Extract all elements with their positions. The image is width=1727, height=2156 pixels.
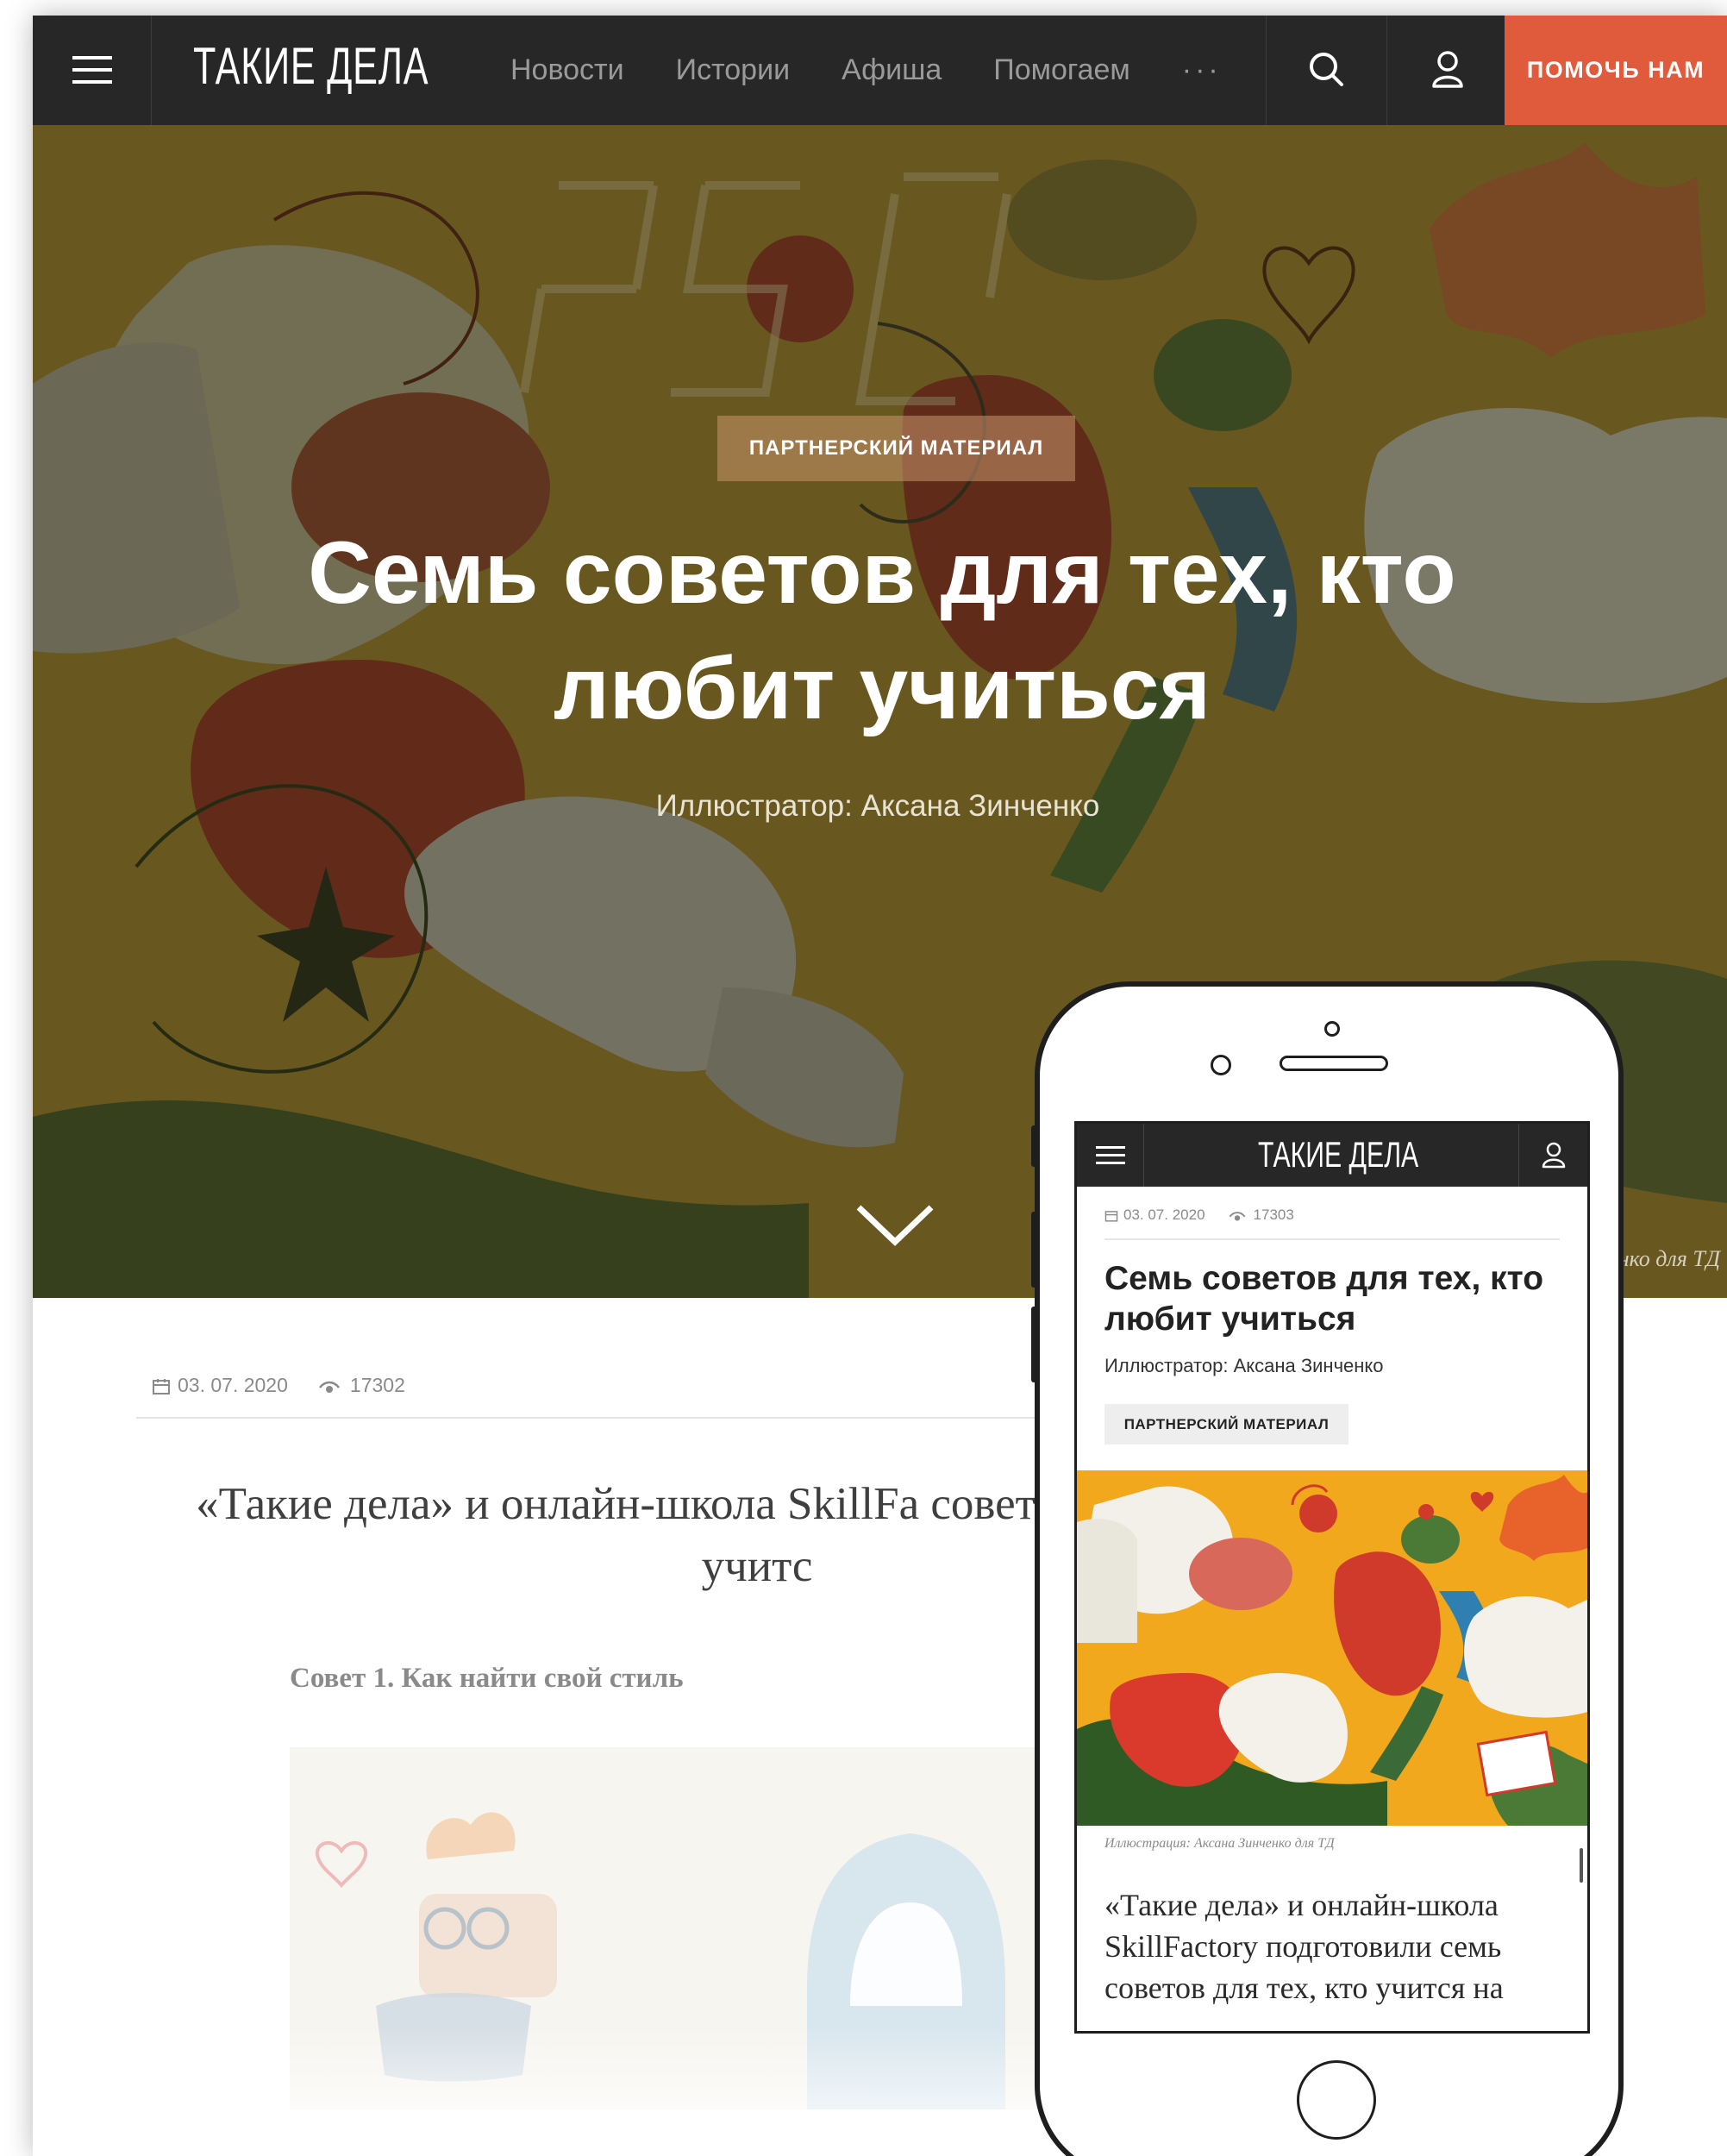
mobile-article-intro: «Такие дела» и онлайн-школа SkillFactory… <box>1104 1888 1504 2005</box>
mobile-user-icon[interactable] <box>1518 1124 1587 1187</box>
nav-item-afisha[interactable]: Афиша <box>842 53 942 87</box>
article-date: 03. 07. 2020 <box>178 1374 288 1396</box>
speaker-grille <box>1280 1056 1388 1071</box>
mobile-logo[interactable]: ТАКИЕ ДЕЛА <box>1258 1134 1418 1175</box>
menu-icon[interactable] <box>33 16 152 125</box>
mobile-article-meta: 03. 07. 2020 17303 <box>1104 1206 1294 1224</box>
desktop-header: ТАКИЕ ДЕЛА Новости Истории Афиша Помогае… <box>33 16 1727 125</box>
user-icon[interactable] <box>1387 16 1508 125</box>
main-nav: Новости Истории Афиша Помогаем ··· <box>510 16 1222 125</box>
mobile-meta-divider <box>1104 1238 1560 1240</box>
nav-item-helping[interactable]: Помогаем <box>993 53 1129 87</box>
hero-credit: нко для ТД <box>1617 1246 1720 1271</box>
mobile-scrollbar[interactable] <box>1580 1848 1583 1883</box>
phone-screen: ТАКИЕ ДЕЛА 03. 07. 2020 17303 Семь совет… <box>1074 1121 1590 2034</box>
sensor-icon <box>1211 1055 1231 1075</box>
calendar-icon <box>152 1374 178 1397</box>
mobile-article-title: Семь советов для тех, кто любит учиться <box>1104 1260 1544 1338</box>
eye-icon <box>1228 1206 1254 1224</box>
mobile-illustrator: Иллюстратор: Аксана Зинченко <box>1104 1355 1384 1376</box>
screenshot-canvas: ТАКИЕ ДЕЛА Новости Истории Афиша Помогае… <box>0 0 1727 2156</box>
nav-more-icon[interactable]: ··· <box>1182 53 1222 87</box>
partner-badge[interactable]: ПАРТНЕРСКИЙ МАТЕРИАЛ <box>717 416 1075 481</box>
chevron-down-icon[interactable] <box>852 1199 938 1250</box>
nav-item-stories[interactable]: Истории <box>676 53 790 87</box>
mobile-view-count: 17303 <box>1253 1206 1294 1223</box>
search-icon[interactable] <box>1267 16 1387 125</box>
eye-icon <box>317 1374 350 1397</box>
site-logo[interactable]: ТАКИЕ ДЕЛА <box>193 36 429 96</box>
hero-illustrator: Иллюстратор: Аксана Зинченко <box>655 789 1100 823</box>
mobile-article-image <box>1077 1470 1587 1826</box>
mobile-article-date: 03. 07. 2020 <box>1123 1206 1205 1223</box>
tip-heading: Совет 1. Как найти свой стиль <box>290 1663 684 1694</box>
mobile-menu-icon[interactable] <box>1077 1124 1144 1187</box>
mobile-header: ТАКИЕ ДЕЛА <box>1077 1124 1587 1187</box>
help-us-button[interactable]: ПОМОЧЬ НАМ <box>1505 16 1727 125</box>
view-count: 17302 <box>349 1374 405 1396</box>
article-meta: 03. 07. 2020 17302 <box>152 1374 405 1397</box>
calendar-icon <box>1104 1206 1123 1224</box>
nav-item-news[interactable]: Новости <box>510 53 624 87</box>
hero-title: Семь советов для тех, кто любит учиться <box>308 523 1456 737</box>
mobile-partner-badge[interactable]: ПАРТНЕРСКИЙ МАТЕРИАЛ <box>1104 1404 1348 1445</box>
home-button[interactable] <box>1297 2060 1376 2140</box>
front-camera-icon <box>1324 1021 1340 1037</box>
mobile-image-caption: Иллюстрация: Аксана Зинченко для ТД <box>1104 1836 1335 1851</box>
